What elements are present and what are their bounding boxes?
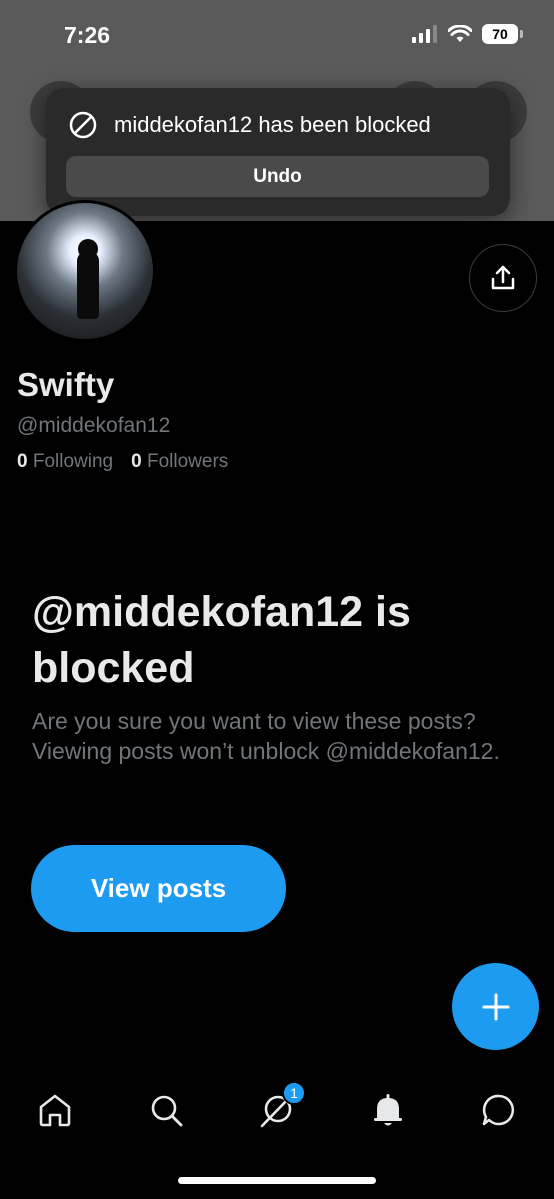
blocked-description: Are you sure you want to view these post… [32,708,500,764]
search-icon [151,1095,183,1127]
battery-icon: 70 [482,24,523,44]
undo-button[interactable]: Undo [66,156,489,197]
share-button[interactable] [469,244,537,312]
avatar[interactable] [14,200,156,342]
blocked-toast: middekofan12 has been blocked Undo [46,88,510,216]
bell-icon [374,1094,402,1126]
status-bar: 7:26 70 [0,0,554,70]
following-label: Following [32,451,114,472]
followers-count: 0 [131,451,142,472]
tab-notifications[interactable] [365,1087,411,1133]
notification-badge: 1 [282,1081,306,1105]
bottom-tab-bar: 1 [0,1075,554,1145]
followers-link[interactable]: 0 Followers [131,451,228,473]
share-icon [491,265,515,290]
signal-icon [412,25,437,43]
wifi-icon [448,25,472,42]
block-icon [69,111,97,139]
blocked-title: @middekofan12 is blocked [32,588,411,692]
tab-messages[interactable] [476,1087,522,1133]
toast-message: middekofan12 has been blocked [114,112,431,137]
tab-grok[interactable]: 1 [254,1081,306,1133]
messages-icon [482,1094,515,1126]
following-link[interactable]: 0 Following [17,451,113,473]
home-indicator [178,1177,376,1184]
status-icons: 70 [412,24,523,44]
compose-button[interactable] [452,963,539,1050]
following-count: 0 [17,451,28,472]
home-icon [39,1094,71,1127]
status-time: 7:26 [64,22,111,48]
follow-stats: 0 Following 0 Followers [17,451,228,473]
profile-name: Swifty [17,366,115,403]
followers-label: Followers [146,451,229,472]
plus-icon [482,993,509,1020]
tab-search[interactable] [143,1087,189,1133]
tab-home[interactable] [32,1087,78,1133]
profile-handle: @middekofan12 [17,414,171,437]
view-posts-button[interactable]: View posts [31,845,286,932]
